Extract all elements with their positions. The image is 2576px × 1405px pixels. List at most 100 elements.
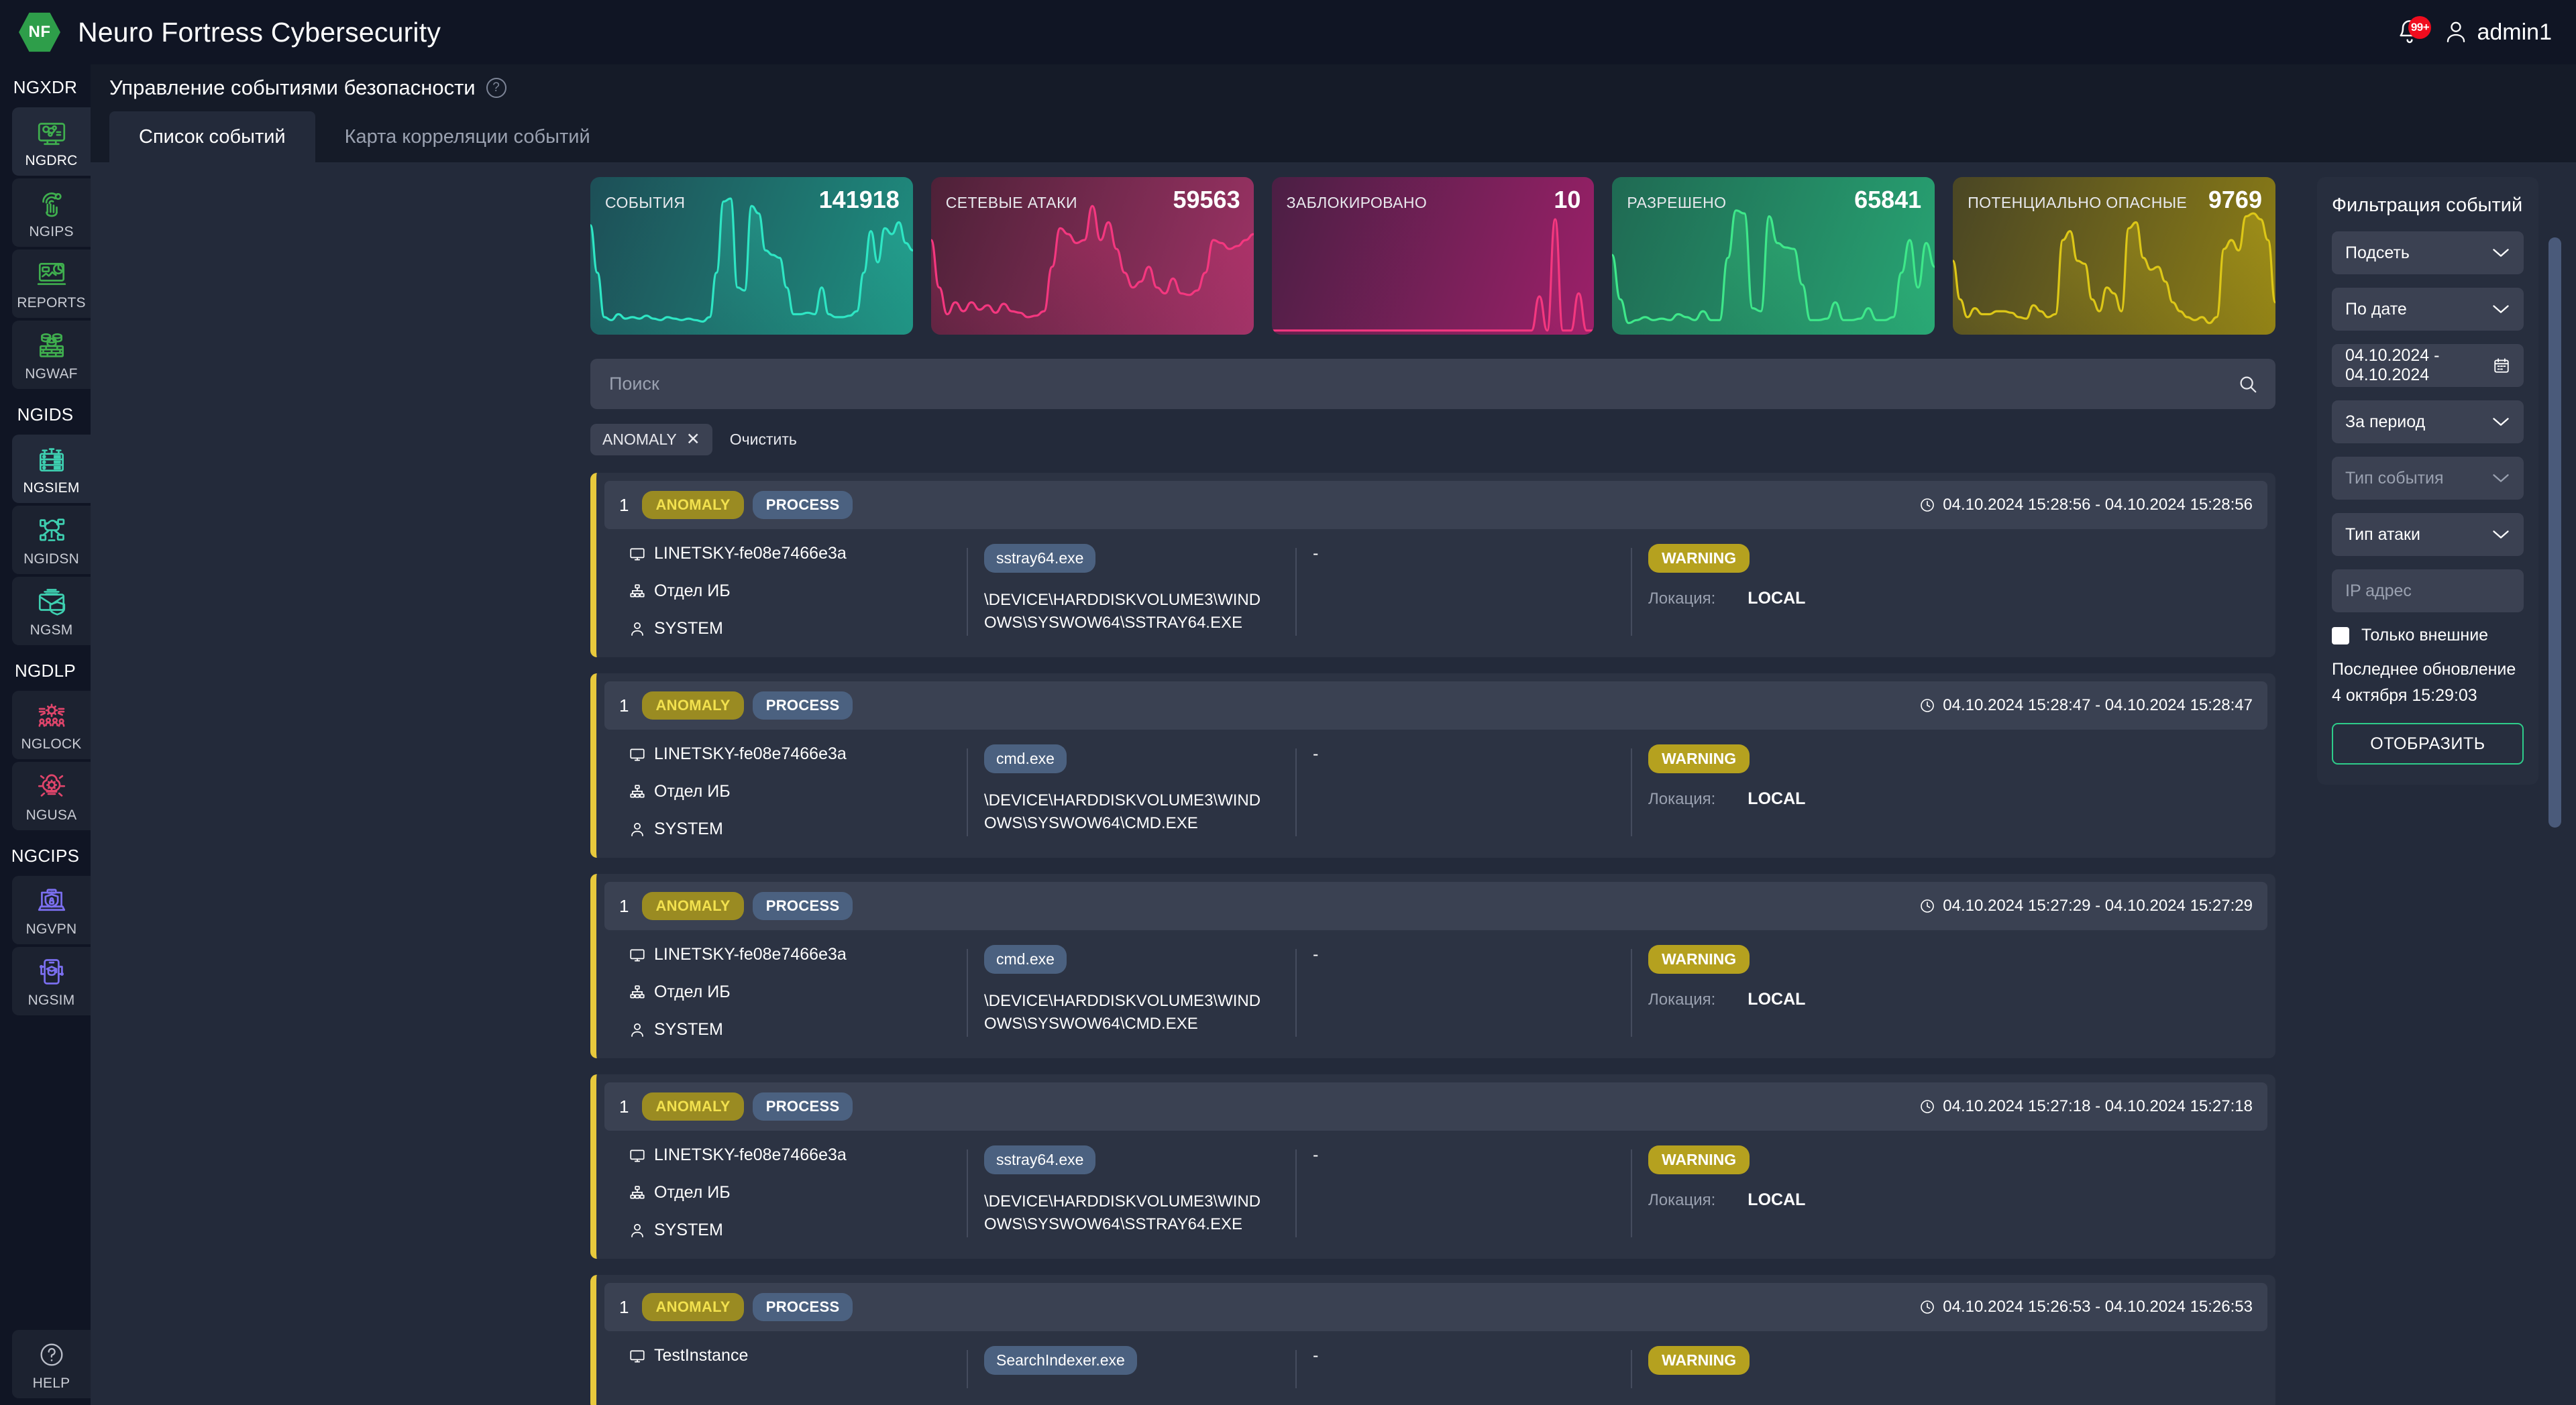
event-location: Локация: LOCAL <box>1648 589 2243 608</box>
event-tag-type[interactable]: PROCESS <box>752 1293 853 1321</box>
event-process-name[interactable]: cmd.exe <box>984 744 1067 773</box>
metric-card-value: 10 <box>1554 186 1581 213</box>
event-detail-column: - <box>1295 744 1631 839</box>
metric-card-1[interactable]: СЕТЕВЫЕ АТАКИ 59563 <box>930 177 1254 335</box>
user-icon <box>629 821 646 838</box>
chevron-down-icon <box>2491 303 2510 315</box>
firewall-brick-icon <box>35 329 68 362</box>
sidebar-item-ngusa[interactable]: NGUSA <box>12 762 91 830</box>
event-tag-type[interactable]: PROCESS <box>752 691 853 720</box>
event-detail-text: - <box>1313 1145 1319 1164</box>
event-tag-anomaly[interactable]: ANOMALY <box>642 691 744 720</box>
event-host-column: LINETSKY-fe08e7466e3a Отдел ИБ SYSTEM <box>611 945 967 1039</box>
event-tag-anomaly[interactable]: ANOMALY <box>642 491 744 519</box>
event-location-value: LOCAL <box>1748 990 1806 1009</box>
event-process-name[interactable]: sstray64.exe <box>984 1145 1096 1174</box>
search-icon[interactable] <box>2238 374 2258 394</box>
event-tag-type[interactable]: PROCESS <box>752 1092 853 1121</box>
brain-gear-icon <box>35 770 68 803</box>
event-row[interactable]: 1 ANOMALY PROCESS 04.10.2024 15:28:56 - 04.… <box>590 473 2275 657</box>
main-scrollbar-track[interactable] <box>2548 227 2569 1405</box>
clock-icon <box>1919 697 1935 714</box>
event-user-text: SYSTEM <box>654 619 723 638</box>
close-icon[interactable]: ✕ <box>686 431 700 448</box>
clear-filters-button[interactable]: Очистить <box>730 431 797 449</box>
sidebar-group-label-ngids: NGIDS <box>17 404 74 425</box>
event-list: 1 ANOMALY PROCESS 04.10.2024 15:28:56 - 04.… <box>91 455 2302 1405</box>
status-badge: WARNING <box>1648 945 1750 974</box>
event-body: LINETSKY-fe08e7466e3a Отдел ИБ SYSTEM sstra… <box>596 1131 2275 1259</box>
sidebar-item-help[interactable]: HELP <box>12 1330 91 1398</box>
metric-card-value: 59563 <box>1173 186 1240 213</box>
page-help-icon[interactable]: ? <box>486 78 506 98</box>
sidebar-item-ngwaf[interactable]: NGWAF <box>12 321 91 389</box>
event-host-text: LINETSKY-fe08e7466e3a <box>654 945 847 964</box>
event-row[interactable]: 1 ANOMALY PROCESS 04.10.2024 15:27:29 - 04.… <box>590 874 2275 1058</box>
calendar-icon[interactable] <box>2493 357 2510 374</box>
sidebar-item-label: REPORTS <box>17 295 86 311</box>
sidebar-item-ngsm[interactable]: NGSM <box>12 577 91 645</box>
tab-correlation-map[interactable]: Карта корреляции событий <box>315 111 620 162</box>
metric-card-value: 9769 <box>2208 186 2262 213</box>
metric-card-3[interactable]: РАЗРЕШЕНО 65841 <box>1612 177 1935 335</box>
filter-chip-anomaly[interactable]: ANOMALY ✕ <box>590 424 712 455</box>
filter-by-date-select[interactable]: По дате <box>2332 288 2524 331</box>
tab-event-list[interactable]: Список событий <box>109 111 315 162</box>
event-tag-anomaly[interactable]: ANOMALY <box>642 1293 744 1321</box>
event-row[interactable]: 1 ANOMALY PROCESS 04.10.2024 15:26:53 - 04.… <box>590 1275 2275 1405</box>
sidebar-item-ngsiem[interactable]: NGSIEM <box>12 435 91 503</box>
metric-card-2[interactable]: ЗАБЛОКИРОВАНО 10 <box>1271 177 1595 335</box>
event-timestamp-text: 04.10.2024 15:27:18 - 04.10.2024 15:27:1… <box>1943 1097 2253 1115</box>
show-button[interactable]: ОТОБРАЗИТЬ <box>2332 723 2524 765</box>
metric-card-label: ЗАБЛОКИРОВАНО <box>1286 194 1428 211</box>
sidebar-groups: NGXDR NGDRC NGIPS REPORTS NGWAF NGIDS NGSIEM NG… <box>0 64 91 1018</box>
sidebar-item-ngdrc[interactable]: NGDRC <box>12 107 91 176</box>
event-row[interactable]: 1 ANOMALY PROCESS 04.10.2024 15:27:18 - 04.… <box>590 1074 2275 1259</box>
filter-ip-input[interactable]: IP адрес <box>2332 569 2524 612</box>
filter-event-type-select[interactable]: Тип события <box>2332 457 2524 500</box>
metric-card-label: РАЗРЕШЕНО <box>1627 194 1727 211</box>
user-menu[interactable]: admin1 <box>2445 19 2552 46</box>
filter-panel: Фильтрация событий Подсеть По дате 04.10… <box>2317 177 2538 785</box>
filter-attack-type-label: Тип атаки <box>2345 524 2420 544</box>
sidebar-item-label: NGVPN <box>25 921 77 937</box>
sidebar-item-ngidsn[interactable]: NGIDSN <box>12 506 91 574</box>
event-tag-type[interactable]: PROCESS <box>752 892 853 920</box>
sidebar-item-nglock[interactable]: NGLOCK <box>12 691 91 759</box>
user-icon <box>629 1021 646 1039</box>
event-process-name[interactable]: cmd.exe <box>984 945 1067 974</box>
sidebar-item-ngips[interactable]: NGIPS <box>12 178 91 247</box>
notifications-button[interactable]: 99+ <box>2392 13 2432 51</box>
sidebar-item-label: NGLOCK <box>21 736 82 752</box>
sidebar-item-ngsim[interactable]: NGSIM <box>12 947 91 1015</box>
sidebar-item-ngvpn[interactable]: VPN NGVPN <box>12 876 91 944</box>
filter-by-date-label: По дате <box>2345 299 2407 319</box>
question-circle-icon <box>35 1338 68 1371</box>
main-scrollbar-thumb[interactable] <box>2548 237 2561 828</box>
sidebar-group-label-ngxdr: NGXDR <box>13 77 78 97</box>
event-tag-anomaly[interactable]: ANOMALY <box>642 1092 744 1121</box>
sidebar-item-reports[interactable]: REPORTS <box>12 249 91 318</box>
event-host: LINETSKY-fe08e7466e3a <box>629 945 949 964</box>
filter-external-only-checkbox[interactable]: Только внешние <box>2332 626 2524 645</box>
event-tag-type[interactable]: PROCESS <box>752 491 853 519</box>
event-tag-anomaly[interactable]: ANOMALY <box>642 892 744 920</box>
filter-external-only-label: Только внешние <box>2361 626 2489 644</box>
metric-card-value: 65841 <box>1854 186 1922 213</box>
filter-attack-type-select[interactable]: Тип атаки <box>2332 513 2524 556</box>
chevron-down-icon <box>2491 416 2510 428</box>
filter-subnet-select[interactable]: Подсеть <box>2332 231 2524 274</box>
metric-card-label: СОБЫТИЯ <box>605 194 686 211</box>
event-row[interactable]: 1 ANOMALY PROCESS 04.10.2024 15:28:47 - 04.… <box>590 673 2275 858</box>
event-status-column: WARNING Локация: LOCAL <box>1631 945 2261 1039</box>
app-logo[interactable]: NF <box>19 11 60 53</box>
search-input[interactable]: Поиск <box>590 359 2275 409</box>
metric-card-0[interactable]: СОБЫТИЯ 141918 <box>590 177 913 335</box>
filter-date-range-field[interactable]: 04.10.2024 - 04.10.2024 <box>2332 344 2524 387</box>
event-process-name[interactable]: SearchIndexer.exe <box>984 1346 1137 1375</box>
notification-badge: 99+ <box>2408 16 2432 39</box>
metric-card-4[interactable]: ПОТЕНЦИАЛЬНО ОПАСНЫЕ 9769 <box>1953 177 2275 335</box>
event-process-name[interactable]: sstray64.exe <box>984 544 1096 573</box>
filter-period-select[interactable]: За период <box>2332 400 2524 443</box>
